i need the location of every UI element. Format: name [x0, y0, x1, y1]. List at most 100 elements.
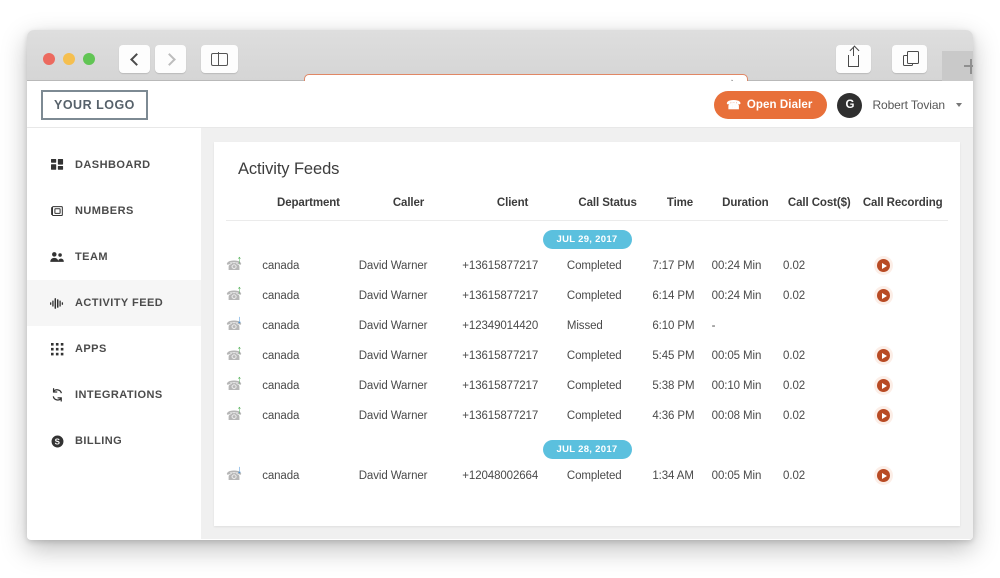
sidebar-item-label: INTEGRATIONS	[75, 389, 163, 401]
call-cost-cell: 0.02	[783, 379, 806, 392]
call-cost-cell: 0.02	[783, 469, 806, 482]
call-direction-cell: ☎ ↓	[226, 461, 260, 491]
table-row[interactable]: ☎ ↓ canada David Warner +12048002664 Complete…	[226, 461, 948, 491]
play-icon	[882, 352, 888, 359]
chevron-down-icon[interactable]	[956, 103, 962, 107]
sidebar-item-activity-feed[interactable]: ACTIVITY FEED	[27, 280, 201, 326]
department-cell: canada	[262, 289, 300, 302]
call-direction-cell: ☎ ↑	[226, 401, 260, 431]
sync-arrows-icon	[50, 388, 64, 402]
maximize-window-button[interactable]	[83, 53, 95, 65]
app-logo[interactable]: YOUR LOGO	[41, 90, 148, 120]
incoming-call-icon: ☎ ↓	[226, 313, 243, 333]
table-row[interactable]: ☎ ↑ canada David Warner +13615877217 Complete…	[226, 371, 948, 401]
outgoing-call-icon: ☎ ↑	[226, 343, 243, 363]
time-cell: 5:38 PM	[652, 379, 695, 392]
browser-toolbar: Secure https://www.phone.yourcrm.com	[27, 30, 973, 103]
call-status-cell: Completed	[566, 409, 622, 422]
open-dialer-label: Open Dialer	[746, 99, 813, 111]
call-recording-cell	[857, 461, 948, 491]
app-header: YOUR LOGO ☎ Open Dialer G Robert Tovian	[27, 81, 973, 128]
column-header-caller[interactable]: Caller	[356, 197, 461, 221]
time-cell: 7:17 PM	[652, 259, 695, 272]
table-row[interactable]: ☎ ↓ canada David Warner +12349014420 Missed 6:…	[226, 311, 948, 341]
sidebar-item-label: TEAM	[75, 251, 108, 263]
play-icon	[882, 472, 888, 479]
sidebar-item-apps[interactable]: APPS	[27, 326, 201, 372]
play-recording-button[interactable]	[877, 259, 891, 272]
caller-cell: David Warner	[358, 349, 428, 362]
call-direction-cell: ☎ ↑	[226, 341, 260, 371]
new-tab-button[interactable]	[942, 51, 973, 81]
column-header-call-status[interactable]: Call Status	[564, 197, 651, 221]
time-cell: 6:14 PM	[652, 289, 695, 302]
column-header-duration[interactable]: Duration	[709, 197, 782, 221]
phone-icon: ☎	[725, 98, 741, 112]
sidebar-item-numbers[interactable]: NUMBERS	[27, 188, 201, 234]
sidebar-item-dashboard[interactable]: DASHBOARD	[27, 142, 201, 188]
duration-cell: -	[711, 319, 716, 332]
table-header-row: Department Caller Client Call Status Tim…	[226, 197, 948, 221]
play-recording-button[interactable]	[877, 409, 891, 422]
column-header-time[interactable]: Time	[650, 197, 710, 221]
table-row[interactable]: ☎ ↑ canada David Warner +13615877217 Complete…	[226, 251, 948, 281]
client-cell: +13615877217	[462, 349, 539, 362]
play-recording-button[interactable]	[877, 469, 891, 482]
duration-cell: 00:10 Min	[711, 379, 762, 392]
open-dialer-button[interactable]: ☎ Open Dialer	[713, 91, 828, 119]
time-cell: 1:34 AM	[652, 469, 694, 482]
department-cell: canada	[262, 349, 300, 362]
outgoing-call-icon: ☎ ↑	[226, 283, 243, 303]
minimize-window-button[interactable]	[63, 53, 75, 65]
column-header-call-recording[interactable]: Call Recording	[857, 197, 948, 221]
duration-cell: 00:05 Min	[711, 469, 762, 482]
waveform-icon	[50, 296, 64, 310]
table-row[interactable]: ☎ ↑ canada David Warner +13615877217 Complete…	[226, 401, 948, 431]
call-direction-cell: ☎ ↓	[226, 311, 260, 341]
sidebar-item-integrations[interactable]: INTEGRATIONS	[27, 372, 201, 418]
avatar[interactable]: G	[837, 92, 863, 118]
call-status-cell: Completed	[566, 349, 622, 362]
column-header-direction	[226, 197, 261, 221]
forward-button[interactable]	[155, 45, 186, 73]
call-cost-cell: 0.02	[783, 259, 806, 272]
time-cell: 4:36 PM	[652, 409, 695, 422]
duration-cell: 00:08 Min	[711, 409, 762, 422]
table-header: Department Caller Client Call Status Tim…	[226, 197, 948, 221]
activity-feed-table: Department Caller Client Call Status Tim…	[226, 197, 948, 491]
date-badge: JUL 28, 2017	[542, 440, 632, 459]
svg-text:S: S	[54, 437, 60, 446]
column-header-client[interactable]: Client	[460, 197, 565, 221]
window-traffic-lights	[43, 53, 95, 65]
column-header-department[interactable]: Department	[260, 197, 357, 221]
sidebar-item-billing[interactable]: S BILLING	[27, 418, 201, 464]
table-row[interactable]: ☎ ↑ canada David Warner +13615877217 Complete…	[226, 341, 948, 371]
column-header-call-cost[interactable]: Call Cost($)	[781, 197, 858, 221]
share-button[interactable]	[836, 45, 871, 73]
browser-window: Secure https://www.phone.yourcrm.com YOU…	[27, 30, 973, 540]
table-body: JUL 29, 2017 ☎ ↑ canada David Warner +1361587…	[226, 221, 948, 491]
sidebar-item-team[interactable]: TEAM	[27, 234, 201, 280]
show-tabs-button[interactable]	[892, 45, 927, 73]
dashboard-grid-icon	[50, 158, 64, 172]
call-recording-cell	[857, 341, 948, 371]
play-icon	[882, 292, 888, 299]
close-window-button[interactable]	[43, 53, 55, 65]
team-people-icon	[50, 250, 64, 264]
call-status-cell: Completed	[566, 259, 622, 272]
outgoing-call-icon: ☎ ↑	[226, 253, 243, 273]
caller-cell: David Warner	[358, 379, 428, 392]
caller-cell: David Warner	[358, 409, 428, 422]
table-row[interactable]: ☎ ↑ canada David Warner +13615877217 Complete…	[226, 281, 948, 311]
call-direction-cell: ☎ ↑	[226, 281, 260, 311]
department-cell: canada	[262, 319, 300, 332]
play-recording-button[interactable]	[877, 349, 891, 362]
play-recording-button[interactable]	[877, 379, 891, 392]
sidebar-item-label: NUMBERS	[75, 205, 134, 217]
share-icon	[848, 46, 859, 67]
call-direction-cell: ☎ ↑	[226, 251, 260, 281]
sidebar-toggle-button[interactable]	[201, 45, 238, 73]
back-button[interactable]	[119, 45, 150, 73]
play-recording-button[interactable]	[877, 289, 891, 302]
caller-cell: David Warner	[358, 469, 428, 482]
